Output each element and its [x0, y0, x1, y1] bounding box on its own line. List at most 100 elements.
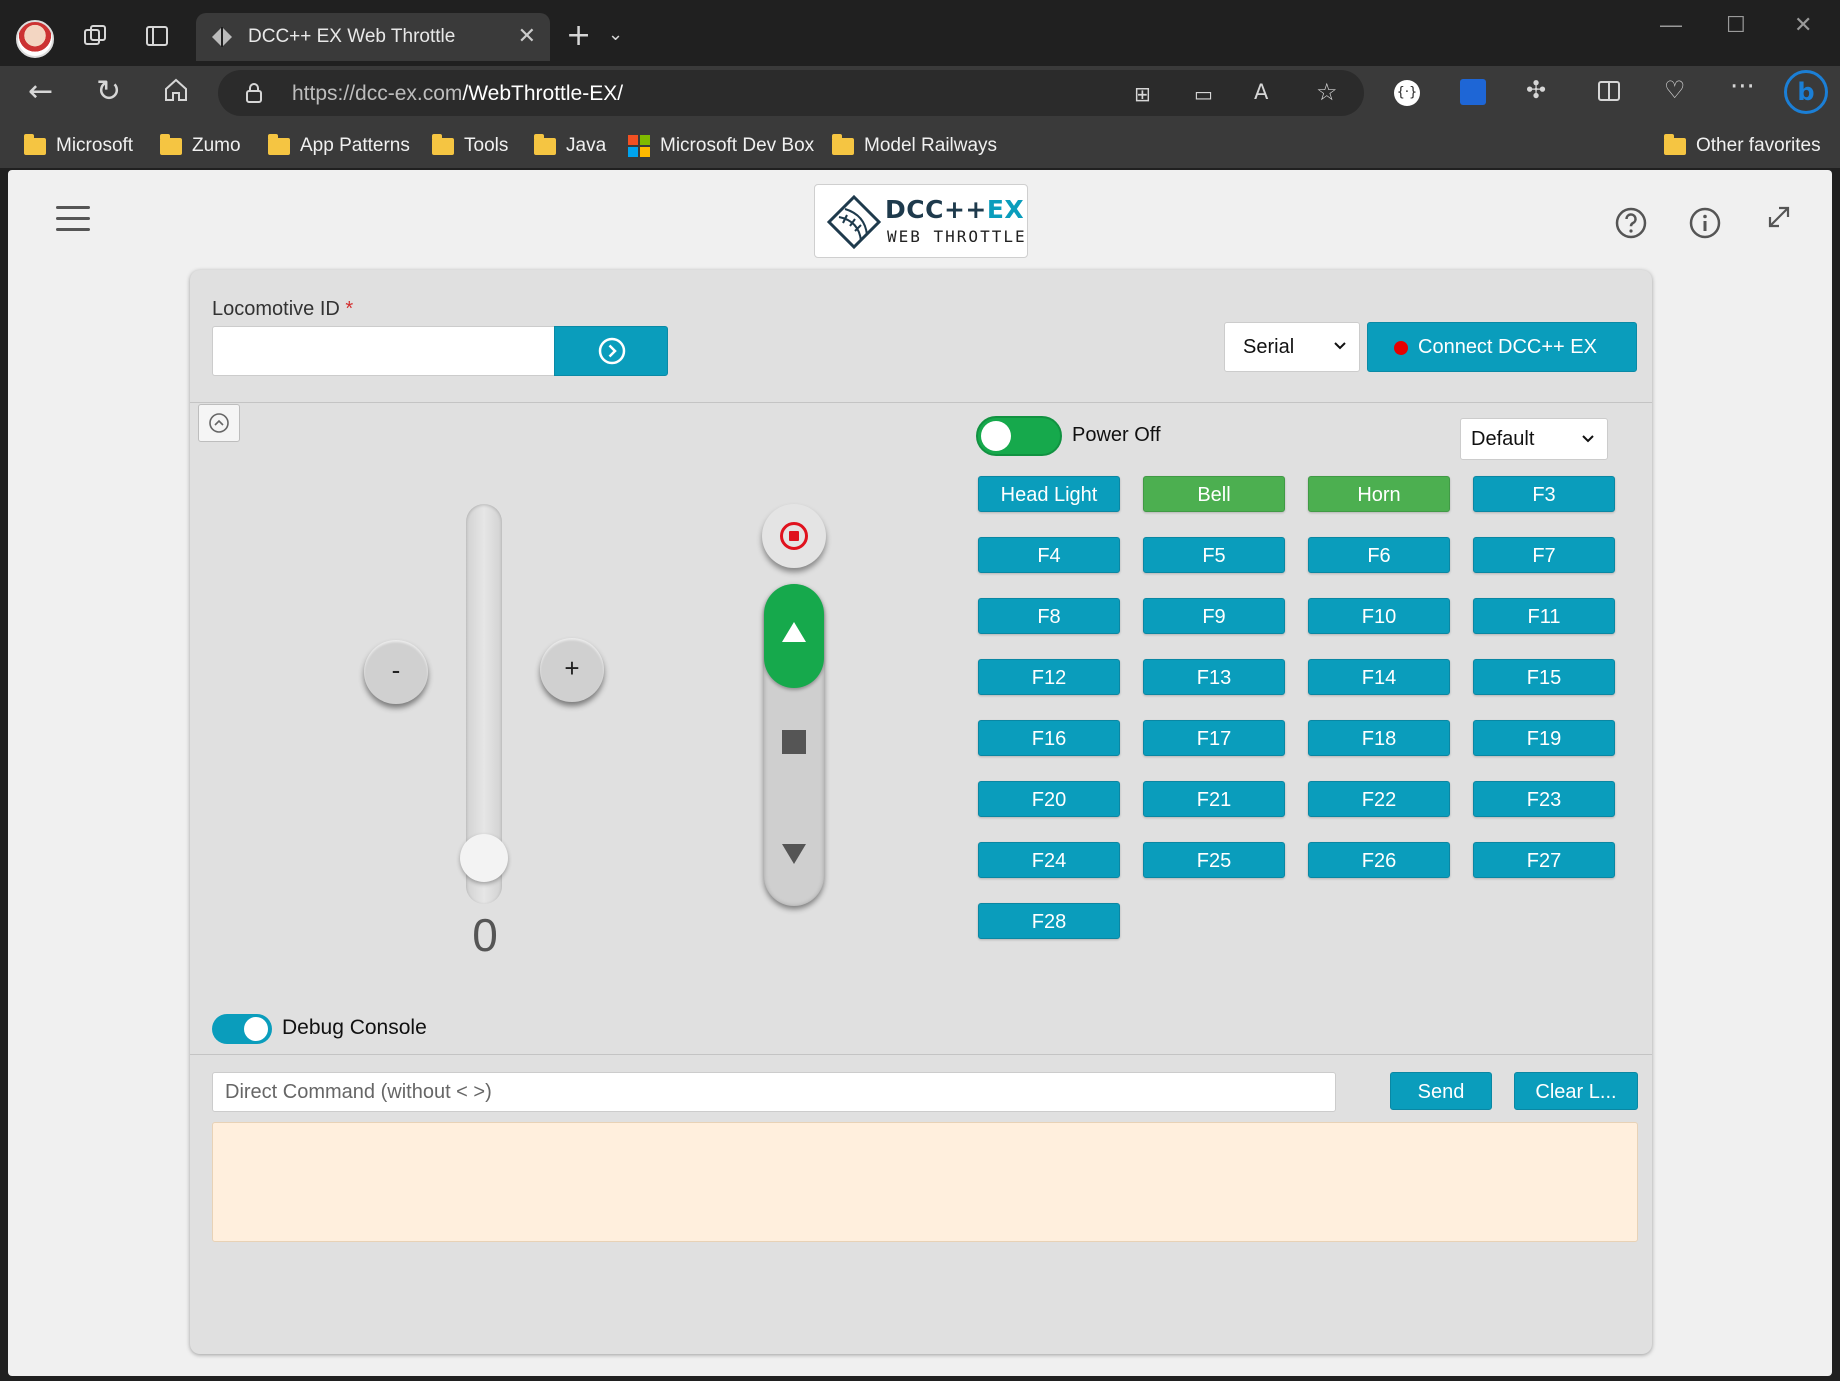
function-button[interactable]: F26 [1308, 842, 1450, 878]
function-button[interactable]: F5 [1143, 537, 1285, 573]
tab-list-chevron-icon[interactable]: ⌄ [608, 24, 623, 45]
function-button[interactable]: F14 [1308, 659, 1450, 695]
function-button[interactable]: F20 [978, 781, 1120, 817]
function-button[interactable]: F13 [1143, 659, 1285, 695]
function-button[interactable]: F4 [978, 537, 1120, 573]
speed-increase-button[interactable]: + [540, 638, 604, 702]
function-button[interactable]: F18 [1308, 720, 1450, 756]
chevron-circle-right-icon [598, 337, 626, 365]
connection-type-select[interactable]: Serial [1224, 322, 1360, 372]
home-icon[interactable] [162, 76, 190, 108]
favorite-microsoft-dev-box[interactable]: Microsoft Dev Box [628, 132, 814, 160]
tab-actions-icon[interactable] [142, 22, 172, 52]
favorite-tools[interactable]: Tools [432, 132, 508, 160]
function-button[interactable]: F12 [978, 659, 1120, 695]
profile-avatar[interactable] [16, 20, 54, 58]
folder-icon [1664, 133, 1686, 155]
function-button[interactable]: F8 [978, 598, 1120, 634]
collapse-button[interactable] [198, 404, 240, 442]
app-available-icon[interactable]: ⊞ [1134, 82, 1151, 106]
favorite-microsoft[interactable]: Microsoft [24, 132, 133, 160]
favorite-model-railways[interactable]: Model Railways [832, 132, 997, 160]
help-icon[interactable] [1614, 206, 1648, 240]
logo-subtitle: WEB THROTTLE [887, 227, 1027, 246]
function-button[interactable]: Bell [1143, 476, 1285, 512]
logo-mark-icon [826, 194, 882, 250]
function-button[interactable]: F7 [1473, 537, 1615, 573]
speed-decrease-button[interactable]: - [364, 640, 428, 704]
tab-close-icon[interactable]: ✕ [518, 23, 536, 49]
debug-console-toggle[interactable] [212, 1014, 272, 1044]
extensions-puzzle-icon[interactable]: ✣ [1526, 76, 1546, 104]
forward-button[interactable] [764, 584, 824, 688]
direction-stop-button[interactable] [782, 730, 806, 754]
new-tab-icon[interactable]: + [566, 18, 591, 53]
maximize-icon[interactable]: ☐ [1726, 12, 1746, 38]
power-toggle[interactable] [976, 416, 1062, 456]
minimize-icon[interactable]: — [1660, 12, 1682, 38]
address-bar[interactable]: https://dcc-ex.com/WebThrottle-EX/ ⊞ ▭ A… [218, 70, 1364, 116]
back-icon[interactable]: ← [28, 74, 53, 109]
function-button[interactable]: F16 [978, 720, 1120, 756]
folder-icon [432, 133, 454, 155]
favorite-zumo[interactable]: Zumo [160, 132, 241, 160]
favorite-java[interactable]: Java [534, 132, 606, 160]
folder-icon [24, 133, 46, 155]
function-button[interactable]: Horn [1308, 476, 1450, 512]
dcc-ex-logo: DCC++EX WEB THROTTLE [814, 184, 1028, 258]
refresh-icon[interactable]: ↻ [96, 74, 121, 109]
function-button[interactable]: F28 [978, 903, 1120, 939]
function-button[interactable]: F24 [978, 842, 1120, 878]
function-button[interactable]: Head Light [978, 476, 1120, 512]
clear-log-button[interactable]: Clear L... [1514, 1072, 1638, 1110]
dcc-ex-favicon-icon [212, 27, 232, 47]
function-button[interactable]: F27 [1473, 842, 1615, 878]
info-icon[interactable] [1688, 206, 1722, 240]
function-map-select[interactable]: Default [1460, 418, 1608, 460]
function-button[interactable]: F15 [1473, 659, 1615, 695]
shopping-icon[interactable]: ▭ [1194, 82, 1213, 106]
more-options-icon[interactable]: ··· [1730, 72, 1755, 102]
read-aloud-icon[interactable]: A [1254, 80, 1268, 104]
function-button[interactable]: F19 [1473, 720, 1615, 756]
password-manager-icon[interactable] [1460, 79, 1486, 105]
acquire-loco-button[interactable] [554, 326, 668, 376]
lock-icon[interactable] [244, 82, 264, 108]
function-button[interactable]: F3 [1473, 476, 1615, 512]
function-button[interactable]: F21 [1143, 781, 1285, 817]
folder-icon [832, 133, 854, 155]
emergency-stop-button[interactable] [762, 504, 826, 568]
hamburger-menu-icon[interactable] [56, 204, 90, 234]
arrow-up-icon [782, 622, 806, 642]
fullscreen-icon[interactable] [1764, 202, 1798, 236]
function-button[interactable]: F9 [1143, 598, 1285, 634]
function-button[interactable]: F23 [1473, 781, 1615, 817]
function-button[interactable]: F22 [1308, 781, 1450, 817]
function-button[interactable]: F10 [1308, 598, 1450, 634]
workspaces-icon[interactable] [80, 22, 110, 52]
copilot-icon[interactable]: b [1784, 70, 1828, 114]
other-favorites[interactable]: Other favorites [1664, 132, 1821, 160]
folder-icon [268, 133, 290, 155]
favorite-app-patterns[interactable]: App Patterns [268, 132, 410, 160]
divider [190, 402, 1652, 403]
web-page: DCC++EX WEB THROTTLE Locomotive ID * Ser… [8, 170, 1832, 1376]
function-button[interactable]: F11 [1473, 598, 1615, 634]
chevron-down-icon [1582, 435, 1594, 443]
active-tab[interactable]: DCC++ EX Web Throttle ✕ [196, 13, 550, 61]
direct-command-input[interactable] [212, 1072, 1336, 1112]
connect-button[interactable]: Connect DCC++ EX [1367, 322, 1637, 372]
send-button[interactable]: Send [1390, 1072, 1492, 1110]
favorite-star-icon[interactable]: ☆ [1316, 78, 1338, 106]
window-close-icon[interactable]: ✕ [1794, 12, 1812, 38]
reverse-button[interactable] [782, 844, 806, 864]
browser-essentials-icon[interactable]: ♡ [1664, 76, 1686, 104]
function-button[interactable]: F6 [1308, 537, 1450, 573]
locomotive-id-input[interactable] [212, 326, 554, 376]
split-screen-icon[interactable] [1596, 78, 1622, 108]
extension-icon[interactable]: {·} [1394, 80, 1420, 106]
microsoft-logo-icon [628, 135, 650, 157]
function-button[interactable]: F25 [1143, 842, 1285, 878]
function-button[interactable]: F17 [1143, 720, 1285, 756]
speed-slider-thumb[interactable] [460, 834, 508, 882]
